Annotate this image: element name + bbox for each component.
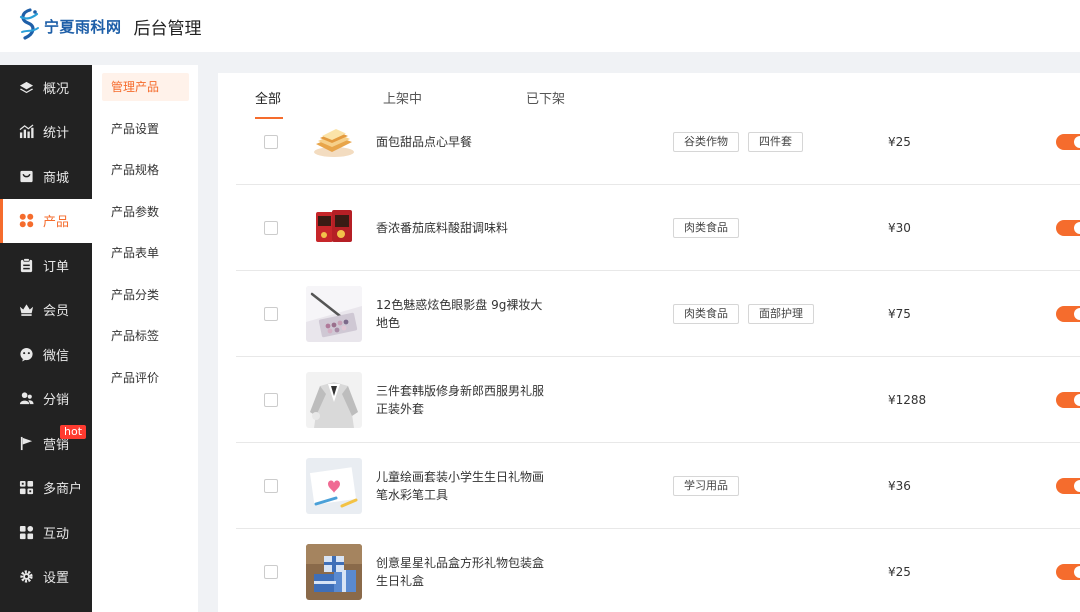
product-thumbnail[interactable] <box>306 457 362 514</box>
sidebar-item-label: 多商户 <box>43 482 83 498</box>
product-name[interactable]: 儿童绘画套装小学生生日礼物画笔水彩笔工具 <box>376 468 546 504</box>
subnav-item-product-forms[interactable]: 产品表单 <box>102 239 189 267</box>
product-tag: 谷类作物 <box>673 131 739 152</box>
users-icon <box>18 391 34 407</box>
main-sidebar: 概况 统计 商城 产品 订单 会员 微信 分销 营销 hot 多商户 互动 设置 <box>0 65 92 612</box>
sidebar-item-overview[interactable]: 概况 <box>0 65 92 110</box>
hot-badge: hot <box>60 425 87 439</box>
product-thumbnail[interactable] <box>306 285 362 342</box>
product-name[interactable]: 香浓番茄底料酸甜调味料 <box>376 219 546 237</box>
clipboard-icon <box>18 257 34 273</box>
subnav-item-product-params[interactable]: 产品参数 <box>102 198 189 226</box>
product-name[interactable]: 12色魅惑炫色眼影盘 9g裸妆大地色 <box>376 296 546 332</box>
product-tags: 肉类食品 <box>673 217 739 238</box>
shop-grid-icon <box>18 480 34 496</box>
product-price: ¥36 <box>888 478 911 493</box>
sidebar-item-interaction[interactable]: 互动 <box>0 510 92 555</box>
sidebar-item-stats[interactable]: 统计 <box>0 110 92 155</box>
row-checkbox[interactable] <box>264 220 278 235</box>
subnav-item-product-tags[interactable]: 产品标签 <box>102 322 189 350</box>
sidebar-item-label: 商城 <box>43 170 70 186</box>
row-checkbox[interactable] <box>264 134 278 149</box>
gear-icon <box>18 569 34 585</box>
product-price: ¥25 <box>888 134 911 149</box>
on-sale-toggle[interactable] <box>1056 133 1080 150</box>
sidebar-item-products[interactable]: 产品 <box>0 198 92 243</box>
subnav-item-product-specs[interactable]: 产品规格 <box>102 156 189 184</box>
row-checkbox[interactable] <box>264 564 278 579</box>
product-subnav: 管理产品 产品设置 产品规格 产品参数 产品表单 产品分类 产品标签 产品评价 <box>92 65 198 612</box>
sidebar-item-marketing[interactable]: 营销 hot <box>0 421 92 466</box>
product-tags: 肉类食品 面部护理 <box>673 303 814 324</box>
product-tag: 肉类食品 <box>673 217 739 238</box>
product-thumbnail[interactable] <box>306 199 362 256</box>
interact-icon <box>18 524 34 540</box>
wechat-icon <box>18 346 34 362</box>
table-row: 创意星星礼品盒方形礼物包装盒生日礼盒 ¥25 <box>236 529 1080 612</box>
product-price: ¥1288 <box>888 392 927 407</box>
layers-icon <box>18 79 34 95</box>
sidebar-item-distribution[interactable]: 分销 <box>0 377 92 422</box>
logo[interactable]: 宁夏雨科网 <box>16 8 122 44</box>
product-tag: 肉类食品 <box>673 303 739 324</box>
product-name[interactable]: 创意星星礼品盒方形礼物包装盒生日礼盒 <box>376 554 546 590</box>
grid-icon <box>18 213 34 229</box>
product-name[interactable]: 面包甜品点心早餐 <box>376 133 546 151</box>
sidebar-item-label: 分销 <box>43 393 70 409</box>
product-tag: 四件套 <box>748 131 803 152</box>
sidebar-item-label: 互动 <box>43 526 70 542</box>
sidebar-item-multi-merchant[interactable]: 多商户 <box>0 466 92 511</box>
product-price: ¥75 <box>888 306 911 321</box>
sidebar-item-label: 产品 <box>43 215 70 231</box>
subnav-item-product-reviews[interactable]: 产品评价 <box>102 364 189 392</box>
on-sale-toggle[interactable] <box>1056 477 1080 494</box>
sidebar-item-mall[interactable]: 商城 <box>0 154 92 199</box>
subnav-item-product-categories[interactable]: 产品分类 <box>102 281 189 309</box>
product-thumbnail[interactable] <box>306 371 362 428</box>
sidebar-item-members[interactable]: 会员 <box>0 288 92 333</box>
table-row: 面包甜品点心早餐 谷类作物 四件套 ¥25 <box>236 99 1080 185</box>
sidebar-item-label: 概况 <box>43 81 70 97</box>
on-sale-toggle[interactable] <box>1056 305 1080 322</box>
product-tags: 学习用品 <box>673 475 739 496</box>
subnav-item-manage-products[interactable]: 管理产品 <box>102 73 189 101</box>
top-header: 宁夏雨科网 后台管理 <box>0 0 1080 52</box>
row-checkbox[interactable] <box>264 478 278 493</box>
product-thumbnail[interactable] <box>306 543 362 600</box>
product-tags: 谷类作物 四件套 <box>673 131 803 152</box>
table-row: 三件套韩版修身新郎西服男礼服正装外套 ¥1288 <box>236 357 1080 443</box>
sidebar-item-label: 会员 <box>43 304 70 320</box>
sidebar-item-label: 订单 <box>43 259 70 275</box>
table-row: 香浓番茄底料酸甜调味料 肉类食品 ¥30 <box>236 185 1080 271</box>
sidebar-item-label: 统计 <box>43 126 70 142</box>
store-icon <box>18 168 34 184</box>
product-price: ¥25 <box>888 564 911 579</box>
product-list-panel: 全部 上架中 已下架 面包甜品点心早餐 谷类作物 四件套 ¥25 香浓番茄底料酸… <box>218 73 1080 612</box>
on-sale-toggle[interactable] <box>1056 391 1080 408</box>
table-row: 儿童绘画套装小学生生日礼物画笔水彩笔工具 学习用品 ¥36 <box>236 443 1080 529</box>
subnav-item-product-settings[interactable]: 产品设置 <box>102 115 189 143</box>
row-checkbox[interactable] <box>264 392 278 407</box>
logo-mark-icon <box>16 8 42 44</box>
sidebar-item-wechat[interactable]: 微信 <box>0 332 92 377</box>
row-checkbox[interactable] <box>264 306 278 321</box>
on-sale-toggle[interactable] <box>1056 219 1080 236</box>
product-thumbnail[interactable] <box>306 113 362 170</box>
sidebar-item-settings[interactable]: 设置 <box>0 555 92 600</box>
product-price: ¥30 <box>888 220 911 235</box>
chart-icon <box>18 124 34 140</box>
sidebar-item-orders[interactable]: 订单 <box>0 243 92 288</box>
sidebar-item-label: 微信 <box>43 348 70 364</box>
crown-icon <box>18 302 34 318</box>
on-sale-toggle[interactable] <box>1056 563 1080 580</box>
logo-text: 宁夏雨科网 <box>44 17 122 36</box>
product-tag: 面部护理 <box>748 303 814 324</box>
table-row: 12色魅惑炫色眼影盘 9g裸妆大地色 肉类食品 面部护理 ¥75 <box>236 271 1080 357</box>
header-title: 后台管理 <box>133 18 202 39</box>
sidebar-item-label: 设置 <box>43 571 70 587</box>
product-tag: 学习用品 <box>673 475 739 496</box>
product-name[interactable]: 三件套韩版修身新郎西服男礼服正装外套 <box>376 382 546 418</box>
flag-icon <box>18 435 34 451</box>
